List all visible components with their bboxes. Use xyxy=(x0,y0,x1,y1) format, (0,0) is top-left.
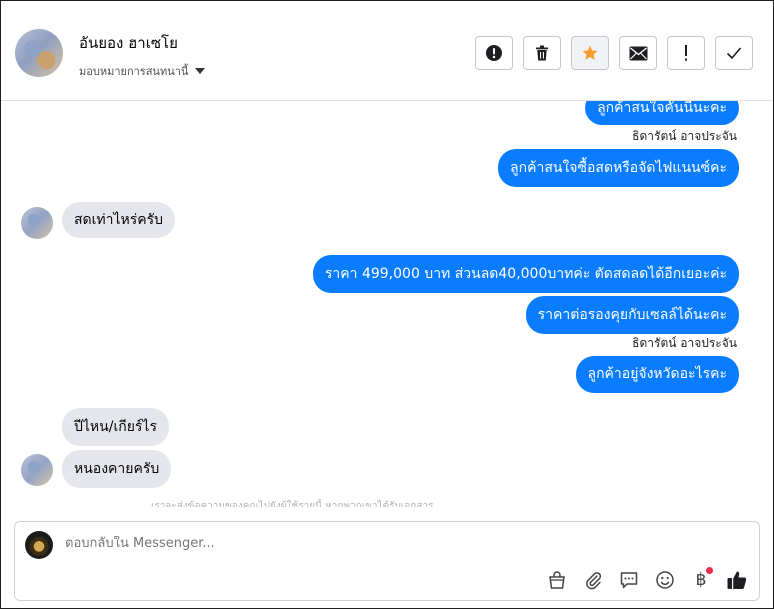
messenger-conversation-panel: อันยอง ฮาเซโย มอบหมายการสนทนานี้ ลูกค้าส… xyxy=(0,0,774,609)
sender-name: ธิดารัตน์ อาจประจัน xyxy=(632,129,737,143)
contact-avatar-small xyxy=(21,207,53,239)
message-bubble-incoming[interactable]: ปีไหน/เกียร์ไร xyxy=(62,408,169,446)
message-bubble-outgoing[interactable]: ราคา 499,000 บาท ส่วนลด40,000บาทค่ะ ตัดส… xyxy=(312,255,739,293)
paperclip-icon xyxy=(586,572,602,590)
flag-button[interactable] xyxy=(667,36,705,70)
baht-icon: ฿ xyxy=(695,570,707,590)
chevron-down-icon xyxy=(195,68,206,74)
reply-input[interactable] xyxy=(65,536,665,551)
message-thread[interactable]: ลูกค้าสนใจคันนี้นะคะ ธิดารัตน์ อาจประจัน… xyxy=(1,101,773,511)
composer-tools: ฿ xyxy=(545,567,749,592)
saved-reply-icon xyxy=(620,572,638,589)
star-button[interactable] xyxy=(571,36,609,70)
mark-unread-button[interactable] xyxy=(619,36,657,70)
contact-avatar-small xyxy=(21,454,53,486)
emoji-button[interactable] xyxy=(653,568,677,592)
thumbs-up-icon xyxy=(727,571,747,589)
faded-notice: เราจะส่งข้อความของคุณไปยังผู้ใช้รายนี้ ห… xyxy=(151,501,434,507)
assign-label: มอบหมายการสนทนานี้ xyxy=(79,65,189,78)
message-bubble-incoming[interactable]: สดเท่าไหร่ครับ xyxy=(62,202,176,238)
attach-button[interactable] xyxy=(581,568,605,592)
contact-avatar[interactable] xyxy=(15,29,63,77)
message-bubble-outgoing[interactable]: ราคาต่อรองคุยกับเซลล์ได้นะคะ xyxy=(525,296,739,334)
reply-composer: ฿ xyxy=(14,521,760,601)
action-toolbar xyxy=(475,36,753,70)
shopping-bag-icon xyxy=(549,571,565,589)
mark-spam-button[interactable] xyxy=(475,36,513,70)
payment-button[interactable]: ฿ xyxy=(689,567,713,592)
delete-button[interactable] xyxy=(523,36,561,70)
notification-dot xyxy=(706,567,713,574)
contact-name[interactable]: อันยอง ฮาเซโย xyxy=(79,31,178,55)
mark-done-button[interactable] xyxy=(715,36,753,70)
message-bubble-outgoing[interactable]: ลูกค้าสนใจคันนี้นะคะ xyxy=(585,101,739,125)
page-avatar xyxy=(25,531,53,559)
message-bubble-outgoing[interactable]: ลูกค้าอยู่จังหวัดอะไรคะ xyxy=(575,356,739,393)
saved-replies-button[interactable] xyxy=(617,568,641,592)
like-button[interactable] xyxy=(725,568,749,592)
alert-circle-icon xyxy=(486,45,502,61)
message-bubble-incoming[interactable]: หนองคายครับ xyxy=(62,450,172,488)
message-bubble-outgoing[interactable]: ลูกค้าสนใจซื้อสดหรือจัดไฟแนนซ์คะ xyxy=(498,149,739,187)
star-icon xyxy=(582,45,598,60)
conversation-header: อันยอง ฮาเซโย มอบหมายการสนทนานี้ xyxy=(1,1,773,101)
assign-conversation-dropdown[interactable]: มอบหมายการสนทนานี้ xyxy=(79,62,206,80)
envelope-icon xyxy=(629,46,647,60)
sender-name: ธิดารัตน์ อาจประจัน xyxy=(632,336,737,350)
shopping-bag-button[interactable] xyxy=(545,568,569,592)
check-icon xyxy=(726,47,742,60)
emoji-icon xyxy=(656,571,674,589)
exclamation-icon xyxy=(685,45,687,61)
trash-icon xyxy=(536,45,548,61)
